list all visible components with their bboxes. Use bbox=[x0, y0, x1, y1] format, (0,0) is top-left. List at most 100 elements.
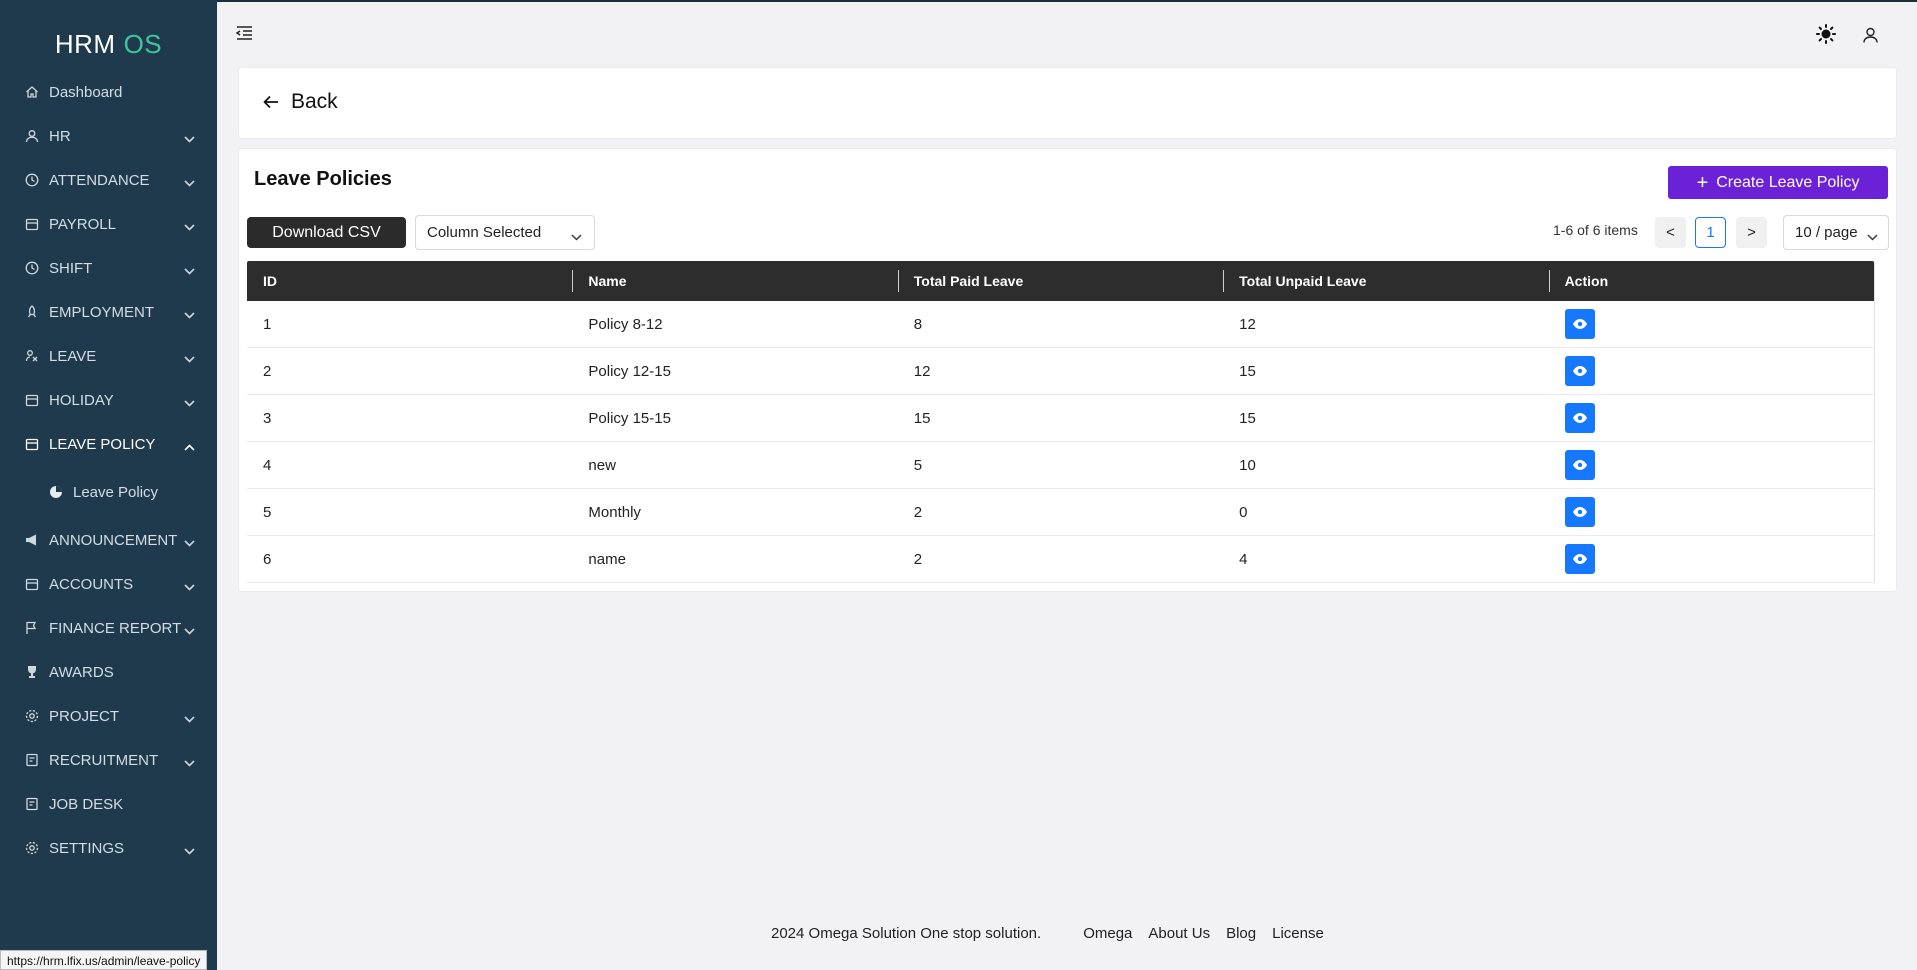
sidebar-item-label: PAYROLL bbox=[49, 215, 116, 233]
column-header-unpaid-leave[interactable]: Total Unpaid Leave bbox=[1223, 261, 1548, 301]
cell-unpaid-leave: 15 bbox=[1239, 362, 1256, 380]
chevron-down-icon bbox=[184, 578, 195, 595]
footer-link-license[interactable]: License bbox=[1272, 925, 1324, 942]
user-icon[interactable] bbox=[1863, 27, 1878, 48]
sidebar-item-announcement[interactable]: ANNOUNCEMENT bbox=[0, 518, 217, 562]
column-header-name[interactable]: Name bbox=[572, 261, 897, 301]
column-select[interactable]: Column Selected bbox=[415, 215, 595, 250]
cell-name: Policy 15-15 bbox=[588, 409, 671, 427]
cell-name: Monthly bbox=[588, 503, 641, 521]
cell-name: Policy 8-12 bbox=[588, 315, 663, 333]
pagination-next-button[interactable]: > bbox=[1736, 217, 1767, 248]
view-button[interactable] bbox=[1564, 544, 1595, 574]
cell-id: 4 bbox=[263, 456, 272, 474]
sidebar-item-hr[interactable]: HR bbox=[0, 114, 217, 158]
chevron-down-icon bbox=[184, 130, 195, 147]
user-icon bbox=[24, 128, 40, 144]
chevron-down-icon bbox=[184, 622, 195, 639]
sidebar-item-label: FINANCE REPORT bbox=[49, 619, 182, 637]
gear-icon bbox=[24, 708, 40, 724]
sidebar-item-job-desk[interactable]: JOB DESK bbox=[0, 782, 217, 826]
cell-paid-leave: 5 bbox=[913, 456, 923, 474]
document-icon bbox=[24, 796, 40, 812]
sidebar-item-shift[interactable]: SHIFT bbox=[0, 246, 217, 290]
cell-name: name bbox=[588, 550, 626, 568]
sidebar-item-recruitment[interactable]: RECRUITMENT bbox=[0, 738, 217, 782]
cell-name: Policy 12-15 bbox=[588, 362, 671, 380]
sidebar-item-leave-policy[interactable]: LEAVE POLICY bbox=[0, 422, 217, 466]
leave-policies-card: Leave Policies + Create Leave Policy Dow… bbox=[238, 148, 1897, 592]
sun-icon[interactable] bbox=[1816, 24, 1836, 49]
chevron-down-icon bbox=[184, 534, 195, 551]
column-header-id[interactable]: ID bbox=[247, 261, 572, 301]
chevron-down-icon bbox=[184, 394, 195, 411]
sidebar-item-label: ATTENDANCE bbox=[49, 171, 150, 189]
pagination-prev-button[interactable]: < bbox=[1655, 217, 1686, 248]
footer-link-about-us[interactable]: About Us bbox=[1148, 925, 1210, 942]
sidebar-item-settings[interactable]: SETTINGS bbox=[0, 826, 217, 870]
eye-icon bbox=[1572, 554, 1587, 564]
view-button[interactable] bbox=[1564, 309, 1595, 339]
create-label: Create Leave Policy bbox=[1716, 173, 1860, 191]
sidebar-item-payroll[interactable]: PAYROLL bbox=[0, 202, 217, 246]
footer-link-omega[interactable]: Omega bbox=[1083, 925, 1132, 942]
sidebar-item-dashboard[interactable]: Dashboard bbox=[0, 70, 217, 114]
sidebar-item-label: AWARDS bbox=[49, 663, 114, 681]
sidebar-subitem-leave-policy[interactable]: Leave Policy bbox=[0, 470, 217, 514]
cell-action bbox=[1549, 442, 1874, 488]
cell-unpaid-leave: 10 bbox=[1239, 456, 1256, 474]
pagination-page-1[interactable]: 1 bbox=[1695, 217, 1726, 248]
calendar-icon bbox=[24, 576, 40, 592]
view-button[interactable] bbox=[1564, 450, 1595, 480]
view-button[interactable] bbox=[1564, 403, 1595, 433]
page-title: Leave Policies bbox=[254, 168, 392, 190]
cell-name: new bbox=[588, 456, 616, 474]
view-button[interactable] bbox=[1564, 356, 1595, 386]
footer-link-blog[interactable]: Blog bbox=[1226, 925, 1256, 942]
sidebar-item-accounts[interactable]: ACCOUNTS bbox=[0, 562, 217, 606]
page-size-select[interactable]: 10 / page bbox=[1783, 215, 1889, 250]
sidebar-item-leave[interactable]: LEAVE bbox=[0, 334, 217, 378]
sidebar-item-awards[interactable]: AWARDS bbox=[0, 650, 217, 694]
plus-icon: + bbox=[1696, 171, 1709, 194]
chevron-down-icon bbox=[184, 218, 195, 235]
eye-icon bbox=[1572, 319, 1587, 329]
column-header-paid-leave[interactable]: Total Paid Leave bbox=[897, 261, 1223, 301]
chevron-down-icon bbox=[184, 754, 195, 771]
trophy-icon bbox=[24, 664, 40, 680]
back-label: Back bbox=[291, 90, 338, 113]
cell-paid-leave: 2 bbox=[913, 503, 923, 521]
calendar-icon bbox=[24, 436, 40, 452]
table-row: 5 Monthly 2 0 bbox=[247, 489, 1874, 536]
sidebar-item-attendance[interactable]: ATTENDANCE bbox=[0, 158, 217, 202]
sidebar-item-label: SETTINGS bbox=[49, 839, 125, 857]
sidebar-item-employment[interactable]: EMPLOYMENT bbox=[0, 290, 217, 334]
megaphone-icon bbox=[24, 532, 40, 548]
chevron-up-icon bbox=[184, 438, 195, 455]
flag-icon bbox=[24, 620, 40, 636]
status-bar-url: https://hrm.lfix.us/admin/leave-policy bbox=[0, 950, 208, 970]
chevron-down-icon bbox=[571, 228, 582, 245]
sidebar-item-label: HR bbox=[49, 127, 71, 145]
table-row: 2 Policy 12-15 12 15 bbox=[247, 348, 1874, 395]
sidebar-item-label: EMPLOYMENT bbox=[49, 303, 155, 321]
back-button[interactable]: Back bbox=[263, 90, 338, 114]
arrow-left-icon bbox=[263, 95, 278, 109]
sidebar-item-finance-report[interactable]: FINANCE REPORT bbox=[0, 606, 217, 650]
sidebar-item-project[interactable]: PROJECT bbox=[0, 694, 217, 738]
eye-icon bbox=[1572, 507, 1587, 517]
back-card: Back bbox=[238, 67, 1897, 139]
download-csv-button[interactable]: Download CSV bbox=[247, 217, 406, 248]
table-scrollbar[interactable] bbox=[1874, 261, 1875, 583]
cell-id: 3 bbox=[263, 409, 272, 427]
cell-paid-leave: 8 bbox=[913, 315, 923, 333]
create-leave-policy-button[interactable]: + Create Leave Policy bbox=[1668, 166, 1888, 199]
menu-fold-icon[interactable] bbox=[235, 26, 253, 45]
sidebar-item-holiday[interactable]: HOLIDAY bbox=[0, 378, 217, 422]
view-button[interactable] bbox=[1564, 497, 1595, 527]
chevron-down-icon bbox=[184, 174, 195, 191]
eye-icon bbox=[1572, 460, 1587, 470]
calendar-icon bbox=[24, 216, 40, 232]
column-select-value: Column Selected bbox=[427, 224, 542, 241]
footer-copyright: 2024 Omega Solution One stop solution. bbox=[771, 925, 1042, 942]
